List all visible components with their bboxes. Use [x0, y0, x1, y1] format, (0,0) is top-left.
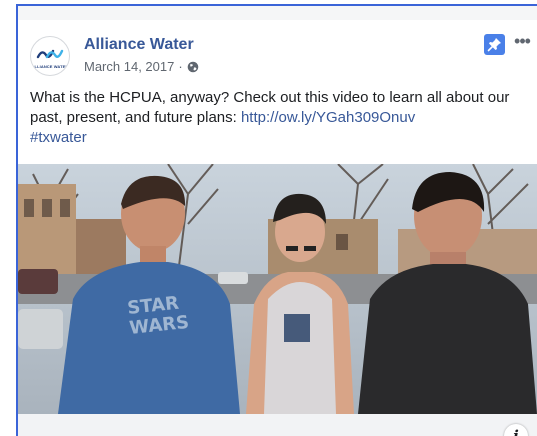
water-wave-logo — [36, 49, 64, 59]
post-meta: March 14, 2017 · — [84, 59, 199, 74]
video-thumbnail[interactable]: STAR WARS — [18, 164, 537, 414]
globe-icon[interactable] — [187, 61, 199, 73]
pin-icon — [487, 38, 501, 52]
video-caption-bar — [18, 414, 537, 436]
hashtag-link[interactable]: #txwater — [30, 129, 87, 146]
post-url-link[interactable]: http://ow.ly/YGah309Onuv — [241, 109, 415, 126]
avatar-logo-text: ALLIANCE WATER — [31, 64, 69, 69]
post-frame: ALLIANCE WATER Alliance Water March 14, … — [16, 4, 537, 436]
page-avatar[interactable]: ALLIANCE WATER — [30, 36, 70, 76]
meta-separator: · — [178, 59, 183, 74]
post-date[interactable]: March 14, 2017 — [84, 59, 174, 74]
video-scene: STAR WARS — [18, 164, 537, 414]
top-band — [18, 6, 537, 20]
post-message: What is the HCPUA, anyway? Check out thi… — [30, 88, 528, 148]
more-options-button[interactable]: ••• — [510, 32, 534, 52]
feed-post: ALLIANCE WATER Alliance Water March 14, … — [18, 20, 537, 436]
pin-button[interactable] — [484, 34, 505, 55]
page-name-link[interactable]: Alliance Water — [84, 36, 194, 54]
